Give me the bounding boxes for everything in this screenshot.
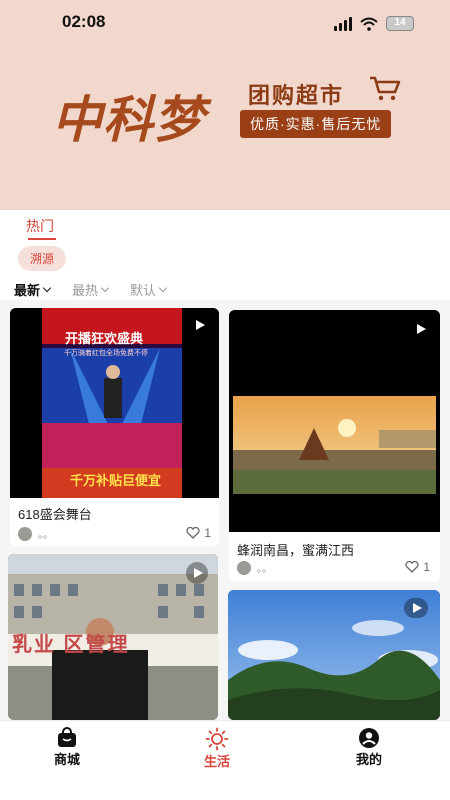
filter-default-label: 默认 [130,283,157,298]
nav-mall[interactable]: 商城 [54,727,80,768]
promo-banner[interactable]: 02:08 14 中科梦 团购超市 优质·实惠·售后无忧 [0,0,450,210]
author-name: 。。 [257,564,272,575]
video-card[interactable]: 蜂润南昌，蜜满江西 。。 1 [229,310,440,582]
filter-default[interactable]: 默认 [130,280,168,299]
overlay-bottom: 千万补贴巨便宜 [70,473,162,488]
filter-latest-label: 最新 [14,283,41,298]
author-name: 。。 [38,530,53,541]
avatar [18,526,32,541]
card-author[interactable]: 。。 [18,526,53,541]
category-chip-traceability[interactable]: 溯源 [18,246,67,271]
chevron-down-icon [100,283,110,293]
sun-icon [205,727,229,751]
wifi-icon [360,17,378,31]
overlay-sign: 乳业 区管理 [12,634,130,656]
video-thumbnail [228,590,440,720]
like-button[interactable]: 1 [186,526,211,540]
card-title: 蜂润南昌，蜜满江西 [237,543,355,558]
filter-hottest-label: 最热 [72,283,99,298]
filter-latest[interactable]: 最新 [14,280,52,299]
nav-mine-label: 我的 [356,752,383,767]
battery-icon: 14 [386,16,414,31]
like-count: 1 [204,526,211,540]
video-card[interactable]: 开播狂欢盛典 千万骑着红包全场免费不停 千万补贴巨便宜 618盛会舞台 。。 1 [10,308,219,546]
video-thumbnail [229,310,440,532]
play-button [186,562,208,584]
banner-tagline: 团购超市 [248,83,345,108]
play-button [404,598,428,618]
banner-slogan: 优质·实惠·售后无忧 [240,110,392,138]
nav-mall-label: 商城 [54,752,81,767]
landscape-image [229,310,440,532]
heart-icon [186,527,200,539]
video-card[interactable]: 乳业 区管理 [8,554,218,720]
sort-filters: 最新 最热 默认 [14,280,168,299]
heart-icon [405,561,419,573]
nav-life-label: 生活 [204,754,231,769]
tab-active-indicator [28,238,56,240]
nav-mine[interactable]: 我的 [356,727,382,768]
video-thumbnail: 乳业 区管理 [8,554,218,720]
avatar [237,560,251,575]
tab-hot[interactable]: 热门 [26,216,54,236]
bottom-nav: 商城 生活 我的 [0,720,450,800]
filter-hottest[interactable]: 最热 [72,280,110,299]
video-thumbnail: 开播狂欢盛典 千万骑着红包全场免费不停 千万补贴巨便宜 [10,308,219,498]
status-time: 02:08 [62,12,106,31]
play-icon [413,603,422,613]
play-icon [194,568,203,578]
chevron-down-icon [158,283,168,293]
brand-logo-text: 中科梦 [52,91,205,149]
like-count: 1 [423,560,430,574]
overlay-title: 开播狂欢盛典 [65,331,144,346]
card-title: 618盛会舞台 [18,507,92,522]
status-bar: 02:08 14 [0,0,450,46]
play-icon [417,324,426,334]
shopping-cart-icon [370,76,401,101]
play-icon [196,320,205,330]
chevron-down-icon [42,283,52,293]
user-icon [359,728,379,748]
status-icons: 14 [334,16,414,31]
video-feed[interactable]: 开播狂欢盛典 千万骑着红包全场免费不停 千万补贴巨便宜 618盛会舞台 。。 1 [0,300,450,720]
video-card[interactable] [228,590,440,720]
overlay-subtitle: 千万骑着红包全场免费不停 [64,350,148,357]
shopping-bag-icon [58,727,76,747]
nav-life[interactable]: 生活 [204,727,230,770]
signal-icon [334,16,352,31]
like-button[interactable]: 1 [405,560,430,574]
card-author[interactable]: 。。 [237,560,272,575]
